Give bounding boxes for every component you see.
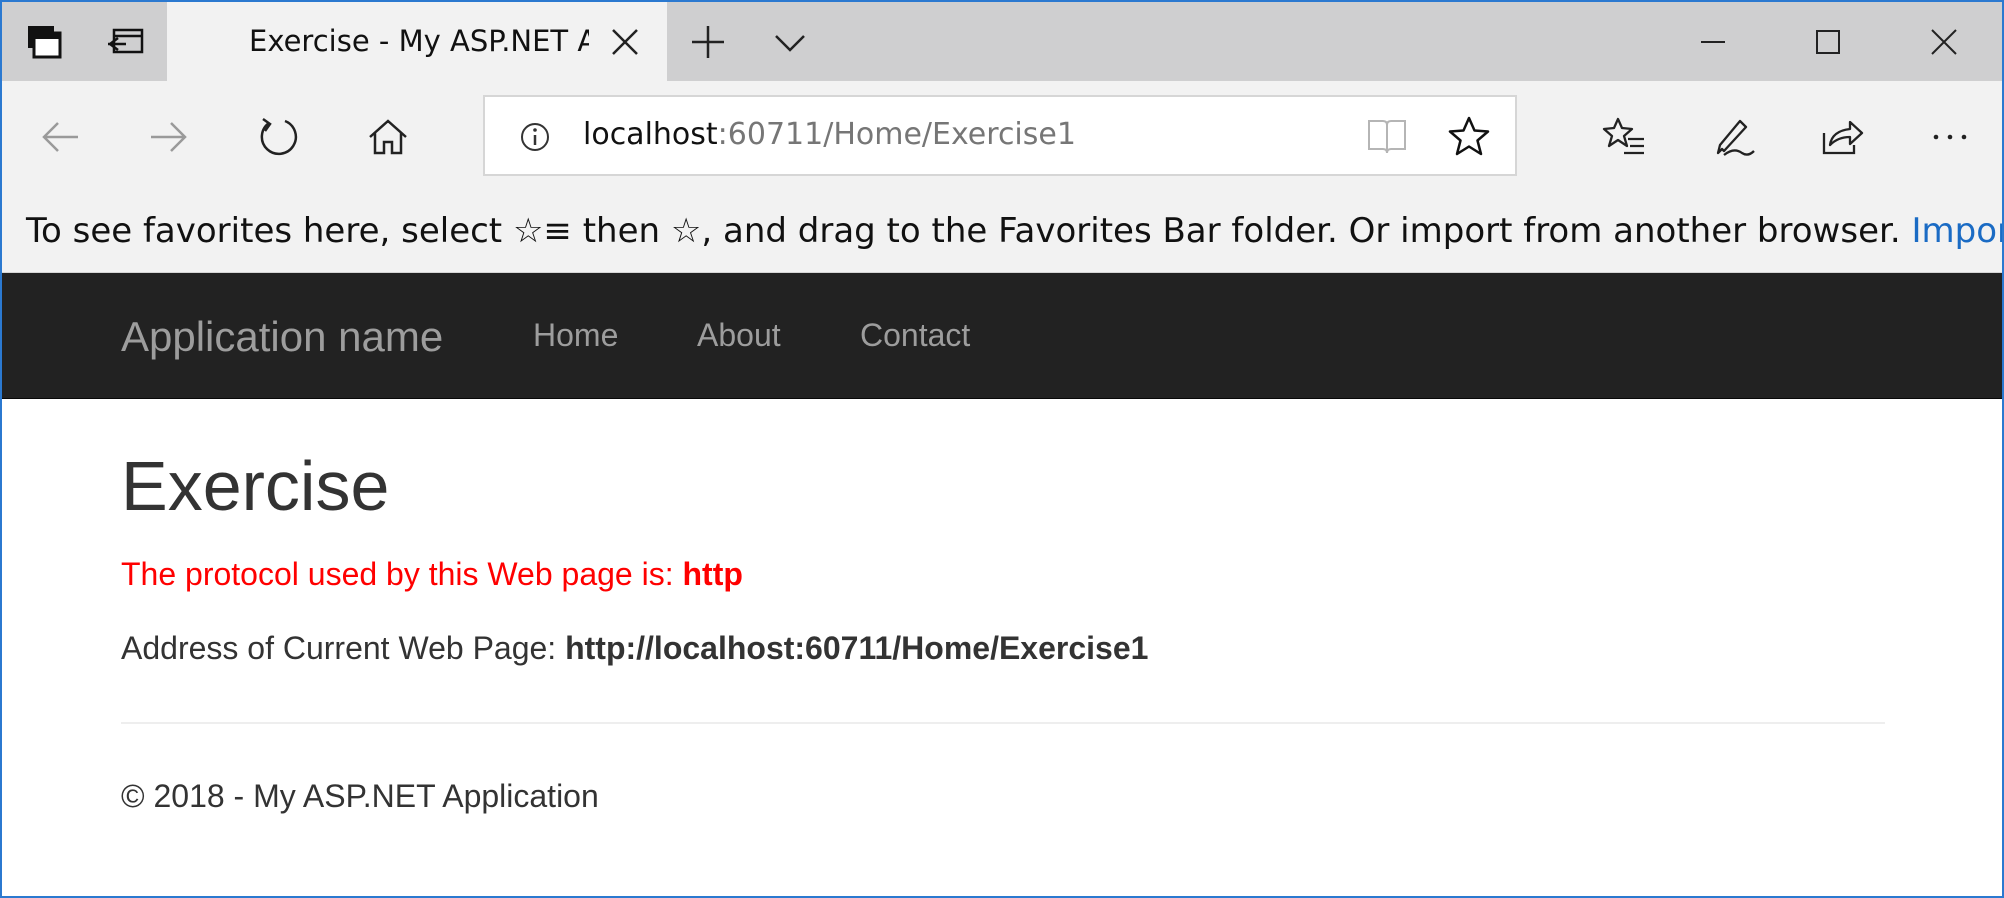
favorites-hint-text: , and drag to the Favorites Bar folder. …	[701, 211, 1912, 251]
nav-home-link[interactable]: Home	[533, 317, 618, 354]
tab-list-button[interactable]	[770, 22, 810, 62]
favorites-hint-text: To see favorites here, select	[26, 211, 513, 251]
favorites-hint: To see favorites here, select ☆≡ then ☆,…	[26, 211, 2002, 251]
info-icon[interactable]	[519, 121, 551, 153]
current-address-text: Address of Current Web Page: http://loca…	[121, 630, 1148, 667]
refresh-button[interactable]	[247, 105, 311, 169]
tab-title: Exercise - My ASP.NET A	[249, 24, 589, 58]
protocol-value: http	[682, 556, 743, 592]
forward-button[interactable]	[137, 105, 201, 169]
tab-restore-icon	[106, 22, 146, 62]
url-text[interactable]: localhost:60711/Home/Exercise1	[583, 117, 1076, 152]
maximize-button[interactable]	[1770, 2, 1885, 81]
pen-icon	[1712, 115, 1756, 159]
address-label: Address of Current Web Page:	[121, 630, 566, 666]
address-bar[interactable]: localhost:60711/Home/Exercise1	[483, 95, 1517, 176]
back-button[interactable]	[28, 105, 92, 169]
web-note-button[interactable]	[1702, 105, 1766, 169]
nav-contact-link[interactable]: Contact	[860, 317, 970, 354]
protocol-text: The protocol used by this Web page is: h…	[121, 556, 743, 593]
favorites-icon	[1602, 115, 1646, 159]
forward-icon	[147, 115, 191, 159]
active-tab[interactable]: Exercise - My ASP.NET A	[167, 2, 667, 81]
window-close-button[interactable]	[1886, 2, 2001, 81]
url-path: :60711/Home/Exercise1	[717, 117, 1076, 152]
home-icon	[366, 115, 410, 159]
footer-divider	[121, 722, 1885, 724]
favorites-bar: To see favorites here, select ☆≡ then ☆,…	[2, 193, 2002, 273]
favorites-list-icon: ☆≡	[512, 211, 572, 251]
share-button[interactable]	[1810, 105, 1874, 169]
minimize-icon	[1698, 27, 1728, 57]
tab-aside-button[interactable]	[2, 2, 86, 81]
star-icon[interactable]	[1447, 115, 1491, 157]
share-icon	[1820, 115, 1864, 159]
home-button[interactable]	[356, 105, 420, 169]
maximize-icon	[1813, 27, 1843, 57]
new-tab-button[interactable]	[688, 22, 728, 62]
browser-window: Exercise - My ASP.NET A localhost:60711/…	[0, 0, 2004, 898]
browser-toolbar: localhost:60711/Home/Exercise1	[2, 81, 2002, 193]
plus-icon	[688, 22, 728, 62]
nav-about-link[interactable]: About	[697, 317, 781, 354]
address-value: http://localhost:60711/Home/Exercise1	[565, 630, 1149, 666]
protocol-label: The protocol used by this Web page is:	[121, 556, 683, 592]
tab-strip: Exercise - My ASP.NET A	[2, 2, 2002, 81]
tab-close-button[interactable]	[607, 24, 643, 60]
tab-aside-icon	[24, 22, 64, 62]
favorites-hint-text: then	[571, 211, 671, 251]
more-button[interactable]	[1918, 105, 1982, 169]
page-title: Exercise	[121, 447, 390, 525]
site-brand-link[interactable]: Application name	[121, 313, 443, 361]
restore-tabs-button[interactable]	[84, 2, 168, 81]
reading-view-icon[interactable]	[1365, 115, 1409, 157]
footer-text: © 2018 - My ASP.NET Application	[121, 778, 599, 814]
minimize-button[interactable]	[1655, 2, 1770, 81]
more-icon	[1928, 115, 1972, 159]
close-icon	[607, 24, 643, 60]
refresh-icon	[257, 115, 301, 159]
back-icon	[38, 115, 82, 159]
url-host: localhost	[583, 117, 718, 152]
star-icon: ☆	[670, 211, 702, 251]
chevron-down-icon	[770, 22, 810, 62]
import-favorites-link[interactable]: Import favorites	[1911, 211, 2002, 251]
favorites-hub-button[interactable]	[1592, 105, 1656, 169]
close-icon	[1929, 27, 1959, 57]
site-navbar: Application name Home About Contact	[2, 273, 2002, 399]
